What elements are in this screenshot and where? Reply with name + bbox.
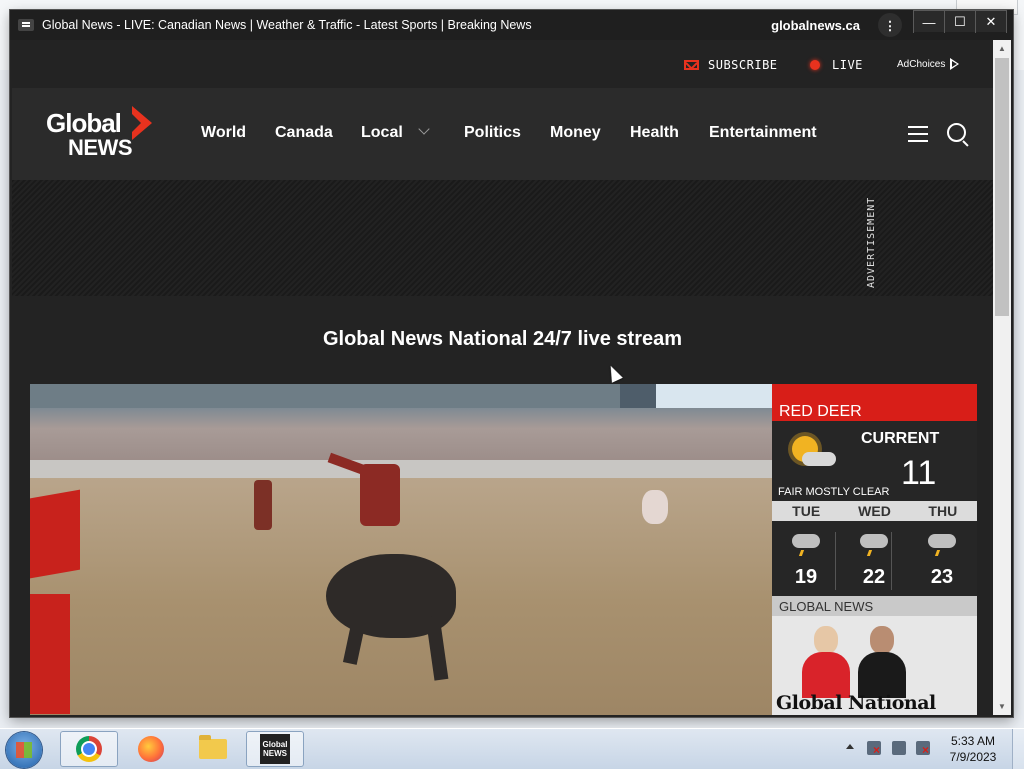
forecast-temp: 23 [930, 566, 954, 588]
show-hidden-icons-icon[interactable] [846, 744, 854, 749]
forecast-days: TUE WED THU [772, 501, 977, 521]
forecast-item: 19 [772, 526, 840, 590]
clock-time: 5:33 AM [950, 734, 996, 748]
chrome-icon [76, 736, 102, 762]
subscribe-link[interactable]: SUBSCRIBE [684, 58, 778, 72]
taskbar-file-explorer[interactable] [184, 731, 242, 767]
subscribe-label: SUBSCRIBE [708, 58, 778, 72]
live-stream-video[interactable]: RED DEER CURRENT 11 FAIR MOSTLY CLEAR TU… [30, 384, 977, 715]
taskbar-global-news-app[interactable]: Global NEWS [246, 731, 304, 767]
action-center-icon[interactable] [867, 741, 881, 757]
page-viewport: SUBSCRIBE LIVE AdChoices Global NEWS Wor… [12, 40, 993, 715]
nav-link-local[interactable]: Local [361, 124, 403, 142]
scroll-up-icon[interactable]: ▲ [993, 40, 1011, 57]
vertical-scrollbar[interactable]: ▲ ▼ [993, 40, 1011, 715]
program-promo: Global National [772, 616, 977, 715]
rain-cloud-icon [792, 534, 820, 548]
forecast-day: WED [858, 503, 891, 519]
nav-link-politics[interactable]: Politics [464, 124, 521, 142]
current-condition: FAIR MOSTLY CLEAR [778, 486, 890, 498]
taskbar: Global NEWS 5:33 AM 7/9/2023 [0, 728, 1024, 769]
taskbar-chrome[interactable] [60, 731, 118, 767]
storm-cloud-icon [928, 534, 956, 548]
network-icon[interactable] [892, 741, 906, 755]
browser-window: Global News - LIVE: Canadian News | Weat… [10, 10, 1013, 717]
scroll-down-icon[interactable]: ▼ [993, 698, 1011, 715]
show-desktop-button[interactable] [1012, 729, 1024, 769]
main-navigation: Global NEWS World Canada Local Politics … [12, 88, 993, 180]
weather-city: RED DEER [779, 403, 862, 420]
mouse-cursor-icon [605, 363, 623, 383]
forecast-temp: 22 [862, 566, 886, 588]
current-label: CURRENT [861, 430, 940, 447]
global-news-logo[interactable]: Global NEWS [46, 106, 158, 170]
brand-bar: GLOBAL NEWS [772, 596, 977, 616]
nav-link-world[interactable]: World [201, 124, 246, 142]
system-clock[interactable]: 5:33 AM 7/9/2023 [940, 733, 1006, 765]
logo-text-news: NEWS [68, 135, 133, 160]
close-button[interactable]: ✕ [975, 10, 1007, 33]
forecast-item: 23 [908, 526, 976, 590]
forecast-day: THU [928, 503, 958, 519]
anchor-photo [858, 626, 906, 698]
maximize-button[interactable]: ☐ [944, 10, 976, 33]
site-favicon-icon [18, 19, 34, 31]
nav-link-canada[interactable]: Canada [275, 124, 333, 142]
nav-link-entertainment[interactable]: Entertainment [709, 124, 817, 142]
adchoices-link[interactable]: AdChoices [897, 58, 960, 70]
stream-heading: Global News National 24/7 live stream [322, 328, 683, 350]
clock-date: 7/9/2023 [949, 750, 997, 764]
folder-icon [199, 735, 227, 759]
window-controls: — ☐ ✕ [913, 10, 1007, 33]
cloud-icon [802, 452, 836, 466]
taskbar-firefox[interactable] [122, 731, 180, 767]
title-bar[interactable]: Global News - LIVE: Canadian News | Weat… [10, 10, 1013, 40]
start-button[interactable] [6, 732, 42, 768]
scrollbar-thumb[interactable] [995, 58, 1009, 316]
mail-icon [684, 60, 699, 70]
window-title: Global News - LIVE: Canadian News | Weat… [42, 18, 532, 32]
current-temperature: 11 [901, 454, 937, 492]
promo-title: Global National [776, 692, 936, 714]
global-news-app-icon: Global NEWS [260, 734, 290, 764]
advertisement-area[interactable] [12, 180, 993, 296]
live-dot-icon [810, 60, 820, 70]
forecast-day: TUE [792, 503, 821, 519]
adchoices-icon [950, 58, 960, 70]
nav-link-health[interactable]: Health [630, 124, 679, 142]
logo-chevron-icon [132, 106, 152, 140]
forecast-temp: 19 [794, 566, 818, 588]
utility-bar: SUBSCRIBE LIVE AdChoices [12, 40, 993, 88]
weather-panel: RED DEER CURRENT 11 FAIR MOSTLY CLEAR TU… [772, 384, 977, 715]
advertisement-label: ADVERTISEMENT [866, 196, 877, 288]
live-label: LIVE [832, 58, 863, 72]
volume-muted-icon[interactable] [916, 741, 930, 757]
firefox-icon [138, 736, 164, 762]
adchoices-label: AdChoices [897, 58, 946, 70]
more-menu-icon[interactable]: ⋮ [878, 13, 902, 37]
brand-label: GLOBAL NEWS [779, 599, 874, 614]
rodeo-video-frame [30, 384, 772, 715]
minimize-button[interactable]: — [913, 10, 945, 33]
nav-link-money[interactable]: Money [550, 124, 601, 142]
storm-cloud-icon [860, 534, 888, 548]
menu-icon[interactable] [908, 126, 928, 142]
site-domain: globalnews.ca [771, 17, 860, 33]
forecast-item: 22 [840, 526, 908, 590]
anchor-photo [802, 626, 850, 698]
weather-city-bar: RED DEER [772, 384, 977, 421]
live-link[interactable]: LIVE [810, 58, 863, 72]
chevron-down-icon[interactable] [418, 123, 430, 135]
search-icon[interactable] [947, 123, 966, 142]
